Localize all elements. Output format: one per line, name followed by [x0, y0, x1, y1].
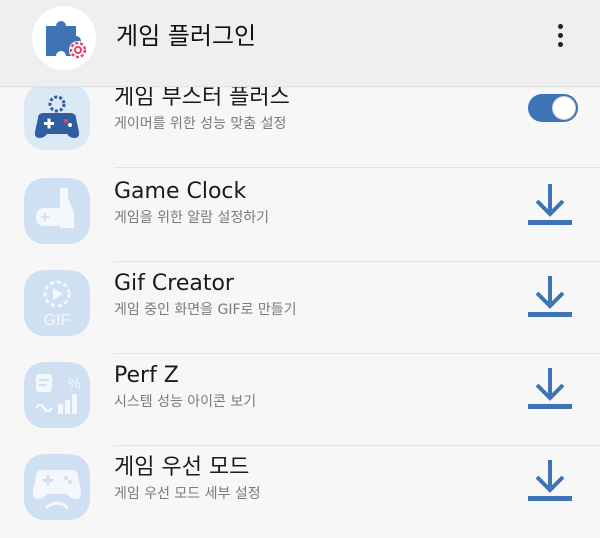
- plugin-row-game-priority-mode[interactable]: 게임 우선 모드 게임 우선 모드 세부 설정: [0, 446, 600, 538]
- plugin-subtitle: 게이머를 위한 성능 맞춤 설정: [114, 116, 287, 132]
- plugin-row-perf-z[interactable]: % Perf Z 시스템 성능 아이콘 보기: [0, 354, 600, 446]
- gif-creator-icon: GIF: [24, 270, 90, 336]
- gif-label: GIF: [44, 312, 71, 329]
- download-button[interactable]: [526, 456, 574, 512]
- more-vert-icon: [558, 24, 563, 29]
- download-button[interactable]: [526, 272, 574, 328]
- app-bar: 게임 플러그인: [0, 0, 600, 87]
- plugin-subtitle: 게임을 위한 알람 설정하기: [114, 210, 270, 226]
- plugin-title: Gif Creator: [114, 271, 234, 296]
- download-icon: [528, 184, 572, 225]
- download-icon: [528, 368, 572, 409]
- plugin-subtitle: 게임 중인 화면을 GIF로 만들기: [114, 302, 297, 318]
- divider: [114, 167, 600, 168]
- download-button[interactable]: [526, 180, 574, 236]
- plugin-title: 게임 우선 모드: [114, 455, 250, 480]
- game-booster-icon: [24, 84, 90, 150]
- perf-z-icon: %: [24, 362, 90, 428]
- plugin-row-game-clock[interactable]: Game Clock 게임을 위한 알람 설정하기: [0, 170, 600, 262]
- plugin-title: Game Clock: [114, 179, 247, 204]
- percent-glyph: %: [68, 375, 80, 391]
- download-icon: [528, 460, 572, 501]
- download-icon: [528, 276, 572, 317]
- plugin-subtitle: 게임 우선 모드 세부 설정: [114, 486, 261, 502]
- plugin-title: Perf Z: [114, 363, 179, 388]
- game-priority-mode-icon: [24, 454, 90, 520]
- toggle-knob: [552, 96, 576, 120]
- plugin-row-gif-creator[interactable]: GIF Gif Creator 게임 중인 화면을 GIF로 만들기: [0, 262, 600, 354]
- download-button[interactable]: [526, 364, 574, 420]
- plugin-row-game-booster-plus[interactable]: 게임 부스터 플러스 게이머를 위한 성능 맞춤 설정: [0, 76, 600, 168]
- more-options-button[interactable]: [546, 18, 574, 54]
- plugin-subtitle: 시스템 성능 아이콘 보기: [114, 394, 257, 410]
- plugin-title: 게임 부스터 플러스: [114, 85, 290, 110]
- plugin-enable-toggle[interactable]: [528, 94, 578, 122]
- puzzle-gear-icon: [32, 6, 96, 70]
- page-title: 게임 플러그인: [116, 22, 257, 50]
- game-clock-icon: [24, 178, 90, 244]
